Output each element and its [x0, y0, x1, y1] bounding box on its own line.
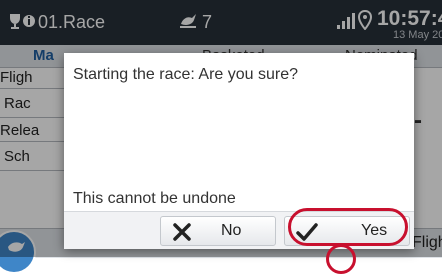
- annotation-highlight-ring: [288, 208, 408, 246]
- no-button-label: No: [221, 222, 242, 239]
- no-button[interactable]: No: [160, 216, 276, 246]
- dialog-warning: This cannot be undone: [73, 190, 236, 207]
- dialog-title: Starting the race: Are you sure?: [73, 66, 299, 83]
- annotation-circle-marker: [326, 244, 356, 274]
- close-x-icon: [171, 221, 193, 248]
